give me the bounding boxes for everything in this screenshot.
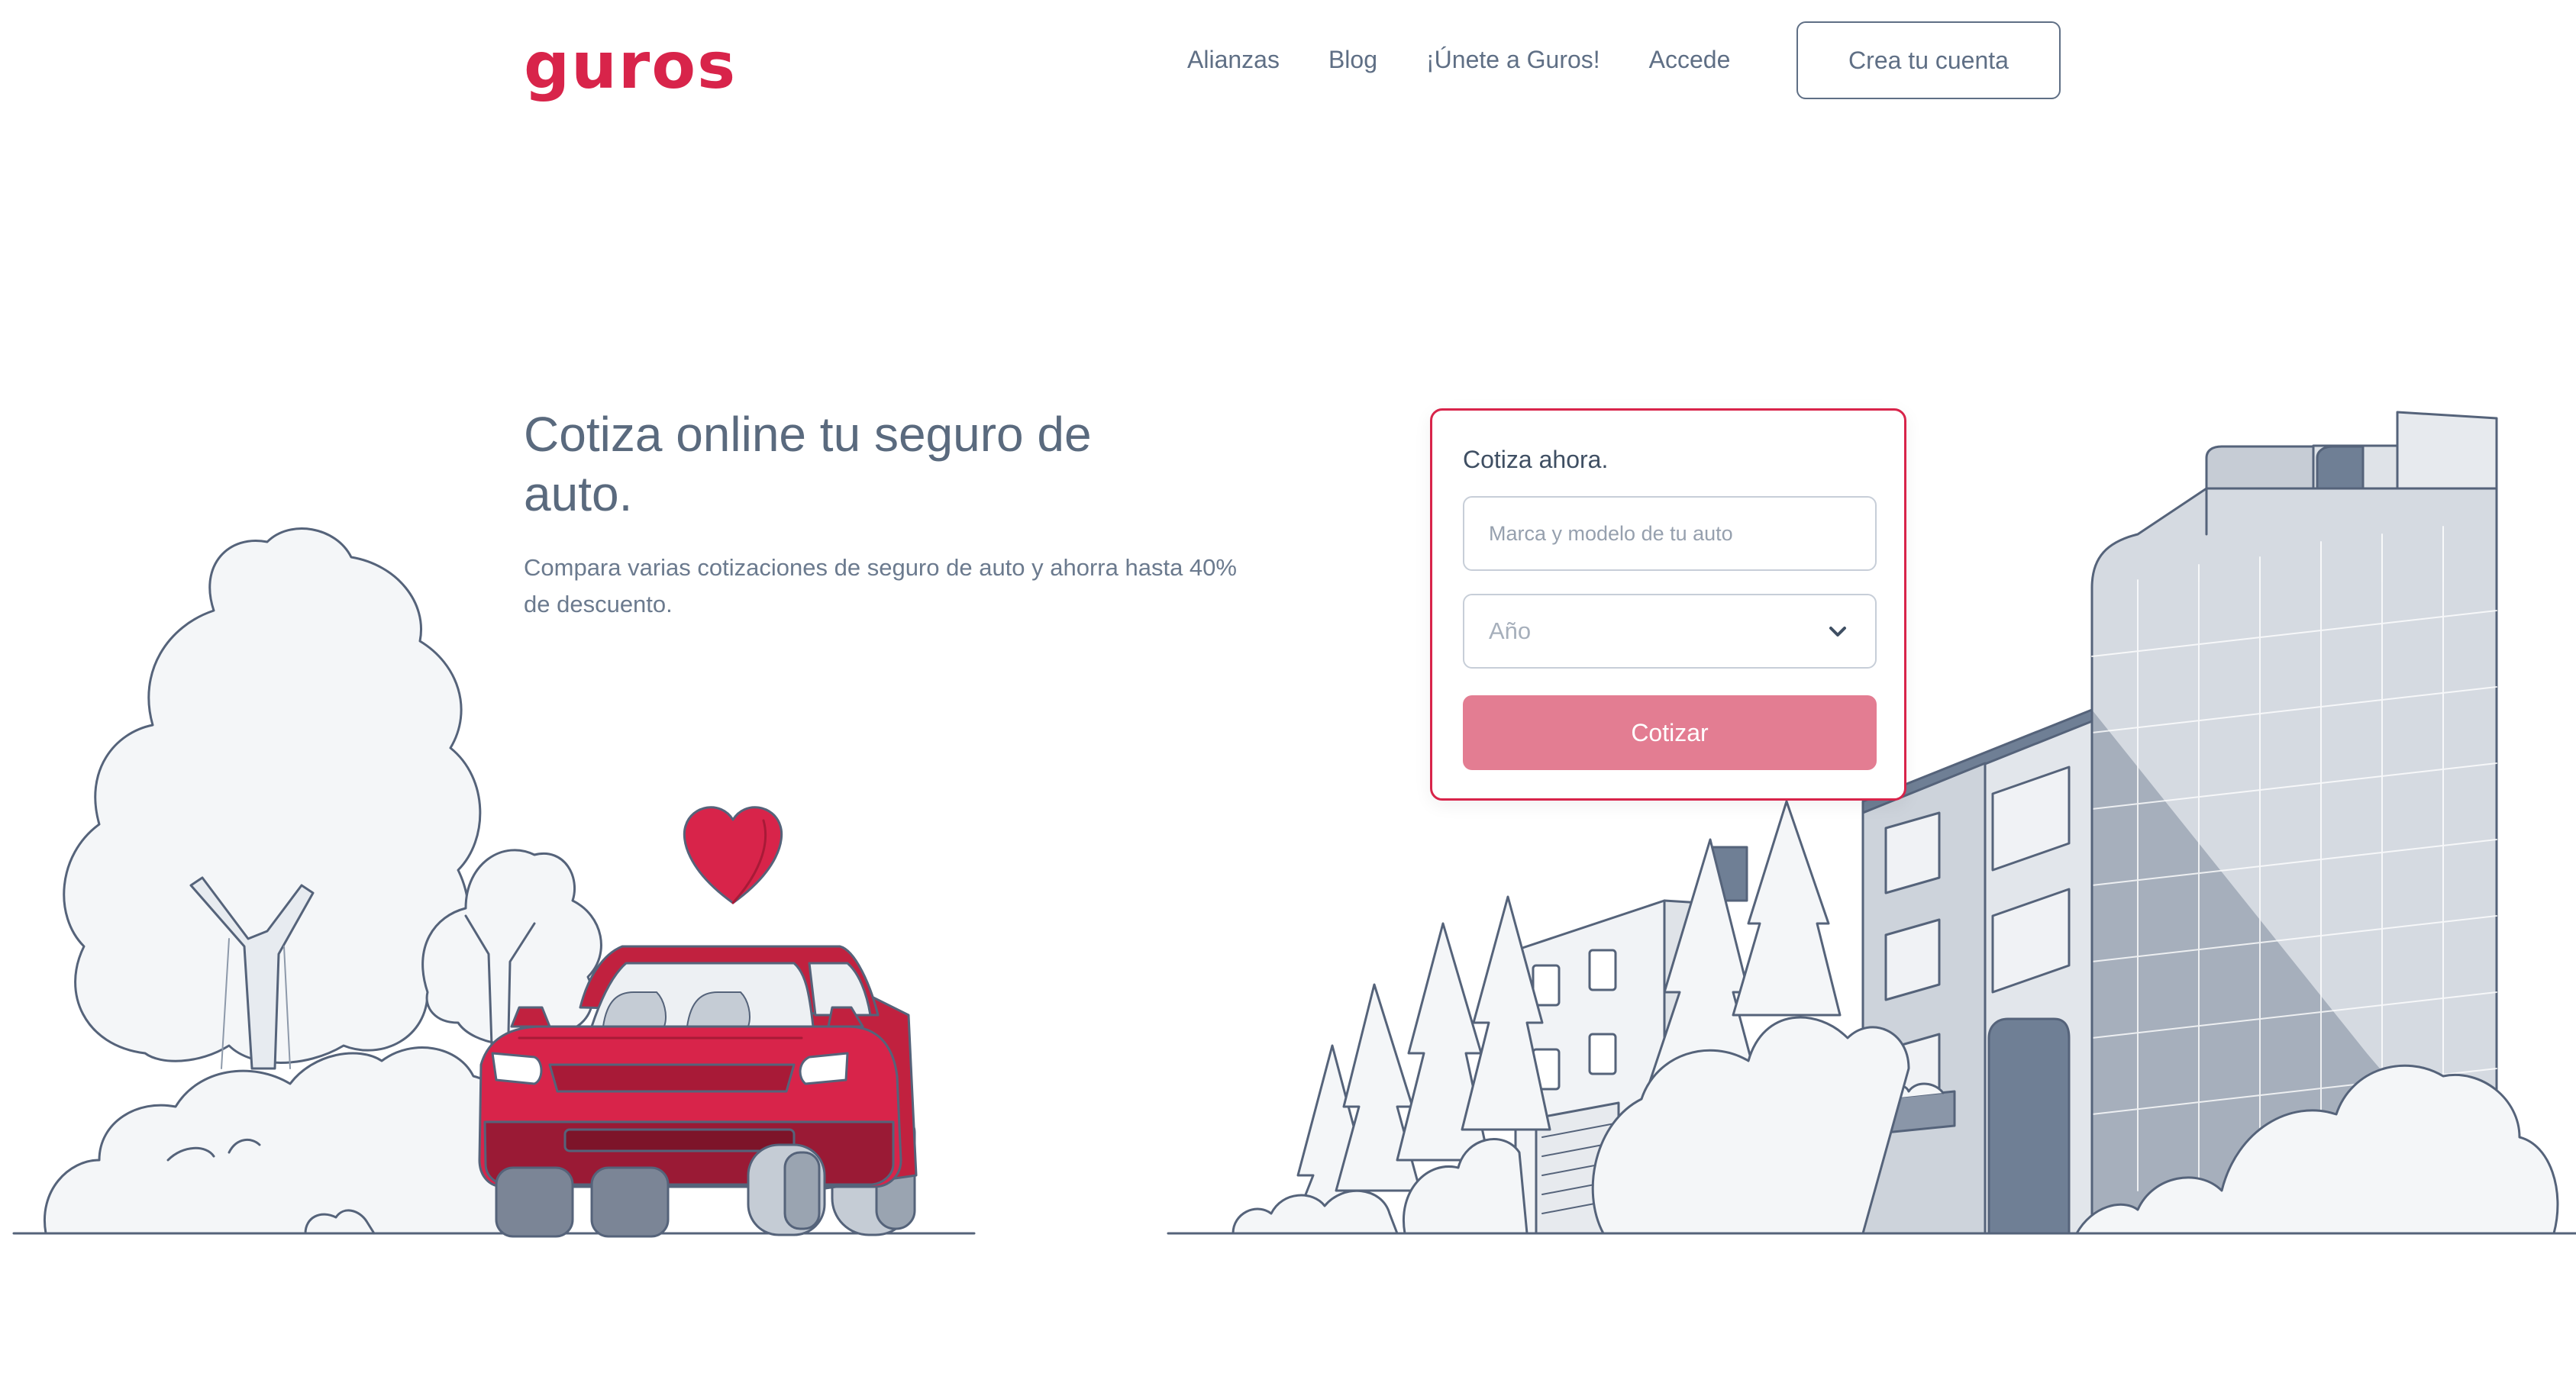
cotizar-button[interactable]: Cotizar — [1463, 695, 1877, 770]
year-select-value: Año — [1489, 617, 1532, 644]
car-model-input[interactable] — [1463, 496, 1877, 571]
quote-card: Cotiza ahora. Año Cotizar — [1430, 408, 1906, 801]
year-select[interactable]: Año — [1463, 594, 1877, 669]
hero-subtitle: Compara varias cotizaciones de seguro de… — [524, 554, 1237, 617]
bush-icon — [44, 1046, 515, 1235]
heart-icon — [683, 806, 783, 904]
quote-card-title: Cotiza ahora. — [1463, 446, 1609, 473]
hero-title: Cotiza online tu seguro de auto. — [524, 407, 1092, 521]
hero-illustration — [12, 411, 2576, 1238]
chevron-down-icon — [1829, 627, 1846, 637]
tree-icon — [63, 527, 482, 1070]
